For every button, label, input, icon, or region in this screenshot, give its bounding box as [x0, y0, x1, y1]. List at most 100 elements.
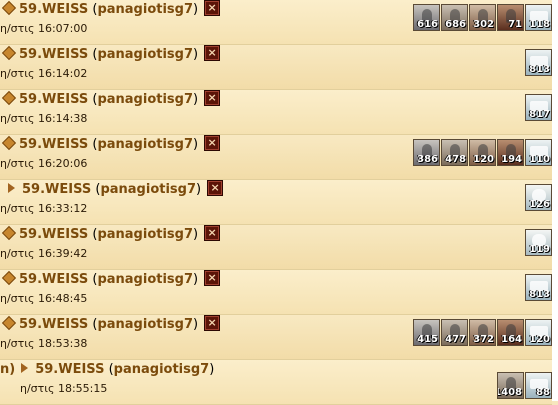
list-item: 59.WEISS (panagiotisg7) × η/στις 16:48:45…: [0, 270, 552, 315]
player-link[interactable]: panagiotisg7: [97, 137, 193, 152]
swordsman-unit-icon[interactable]: 386: [413, 139, 440, 166]
unit-count: 813: [529, 64, 550, 75]
city-link[interactable]: 59.WEISS: [19, 47, 88, 62]
hoplite-unit-icon[interactable]: 1408: [497, 372, 524, 399]
player-link[interactable]: panagiotisg7: [97, 317, 193, 332]
attack-diamond-icon: [1, 90, 17, 106]
unit-group: 813: [525, 49, 552, 77]
list-item: 59.WEISS (panagiotisg7) × η/στις 16:14:02…: [0, 45, 552, 90]
attack-header: 59.WEISS (panagiotisg7) ×: [0, 270, 221, 289]
transport-ship-unit-icon[interactable]: 120: [525, 319, 552, 346]
arrival-time: η/στις 16:14:02: [0, 67, 88, 80]
transport-ship-unit-icon[interactable]: 88: [525, 372, 552, 399]
city-link[interactable]: 59.WEISS: [19, 317, 88, 332]
swordsman-unit-icon[interactable]: 616: [413, 4, 440, 31]
unit-group: 813: [525, 274, 552, 302]
city-link[interactable]: 59.WEISS: [19, 2, 88, 17]
arrival-time: η/στις 18:55:15: [20, 382, 108, 395]
city-link[interactable]: 59.WEISS: [22, 182, 91, 197]
attack-header: 59.WEISS (panagiotisg7) ×: [0, 90, 221, 109]
unit-count: 110: [529, 154, 550, 165]
city-link[interactable]: 59.WEISS: [19, 92, 88, 107]
unit-count: 686: [445, 19, 466, 30]
list-item: 59.WEISS (panagiotisg7) × η/στις 16:39:42…: [0, 225, 552, 270]
attack-diamond-icon: [1, 315, 17, 331]
transport-ship-unit-icon[interactable]: 813: [525, 49, 552, 76]
player-link[interactable]: panagiotisg7: [97, 2, 193, 17]
arrival-time: η/στις 16:20:06: [0, 157, 88, 170]
close-icon[interactable]: ×: [204, 45, 221, 61]
player-link[interactable]: panagiotisg7: [97, 47, 193, 62]
hoplite-unit-icon[interactable]: 478: [441, 139, 468, 166]
transport-ship-unit-icon[interactable]: 817: [525, 94, 552, 121]
close-icon[interactable]: ×: [204, 270, 221, 286]
archer-unit-icon[interactable]: 120: [469, 139, 496, 166]
city-link[interactable]: 59.WEISS: [19, 137, 88, 152]
unit-group: 1408 88: [497, 372, 552, 400]
unit-count: 118: [529, 19, 550, 30]
unit-group: 616 686 302 71 118: [413, 4, 552, 32]
pegasus-unit-icon[interactable]: 126: [525, 184, 552, 211]
arrival-time: η/στις 18:53:38: [0, 337, 88, 350]
unit-count: 386: [417, 154, 438, 165]
transport-ship-unit-icon[interactable]: 813: [525, 274, 552, 301]
close-icon[interactable]: ×: [204, 90, 221, 106]
player-link[interactable]: panagiotisg7: [100, 182, 196, 197]
player-link[interactable]: panagiotisg7: [97, 272, 193, 287]
attack-diamond-icon: [1, 135, 17, 151]
unit-count: 88: [536, 387, 550, 398]
city-link[interactable]: 59.WEISS: [35, 362, 104, 377]
player-link[interactable]: panagiotisg7: [114, 362, 210, 377]
slinger-unit-icon[interactable]: 164: [497, 319, 524, 346]
list-item: 59.WEISS (panagiotisg7) × η/στις 16:07:00…: [0, 0, 552, 45]
attack-header: n) 59.WEISS (panagiotisg7): [0, 362, 215, 377]
arrival-time: η/στις 16:33:12: [0, 202, 88, 215]
transport-ship-unit-icon[interactable]: 110: [525, 139, 552, 166]
attack-header: 59.WEISS (panagiotisg7) ×: [0, 135, 221, 154]
unit-count: 126: [529, 199, 550, 210]
unit-count: 817: [529, 109, 550, 120]
unit-group: 415 477 372 164 120: [413, 319, 552, 347]
unit-group: 126: [525, 184, 552, 212]
arrival-time: η/στις 16:48:45: [0, 292, 88, 305]
unit-count: 120: [473, 154, 494, 165]
close-icon[interactable]: ×: [204, 225, 221, 241]
city-link[interactable]: 59.WEISS: [19, 227, 88, 242]
attack-diamond-icon: [1, 270, 17, 286]
unit-count: 478: [445, 154, 466, 165]
list-item: 59.WEISS (panagiotisg7) × η/στις 16:33:12…: [0, 180, 552, 225]
unit-count: 119: [529, 244, 550, 255]
city-link[interactable]: 59.WEISS: [19, 272, 88, 287]
arrival-time: η/στις 16:07:00: [0, 22, 88, 35]
list-item: 59.WEISS (panagiotisg7) × η/στις 18:53:38…: [0, 315, 552, 360]
attack-header: 59.WEISS (panagiotisg7) ×: [8, 180, 224, 199]
slinger-unit-icon[interactable]: 194: [497, 139, 524, 166]
unit-count: 194: [501, 154, 522, 165]
unit-count: 616: [417, 19, 438, 30]
unit-count: 1408: [498, 387, 522, 398]
archer-unit-icon[interactable]: 372: [469, 319, 496, 346]
close-icon[interactable]: ×: [207, 180, 224, 196]
list-item: n) 59.WEISS (panagiotisg7) η/στις 18:55:1…: [0, 360, 552, 405]
player-link[interactable]: panagiotisg7: [97, 92, 193, 107]
incoming-attacks-list: 59.WEISS (panagiotisg7) × η/στις 16:07:00…: [0, 0, 552, 405]
swordsman-unit-icon[interactable]: 415: [413, 319, 440, 346]
hoplite-unit-icon[interactable]: 477: [441, 319, 468, 346]
close-icon[interactable]: ×: [204, 0, 221, 16]
slinger-unit-icon[interactable]: 71: [497, 4, 524, 31]
attack-header: 59.WEISS (panagiotisg7) ×: [0, 45, 221, 64]
unit-group: 386 478 120 194 110: [413, 139, 552, 167]
list-item: 59.WEISS (panagiotisg7) × η/στις 16:20:06…: [0, 135, 552, 180]
attack-arrow-icon: [8, 183, 15, 193]
hoplite-unit-icon[interactable]: 686: [441, 4, 468, 31]
close-icon[interactable]: ×: [204, 315, 221, 331]
archer-unit-icon[interactable]: 302: [469, 4, 496, 31]
player-link[interactable]: panagiotisg7: [97, 227, 193, 242]
unit-count: 71: [508, 19, 522, 30]
attack-diamond-icon: [1, 0, 17, 16]
unit-group: 817: [525, 94, 552, 122]
close-icon[interactable]: ×: [204, 135, 221, 151]
transport-ship-unit-icon[interactable]: 118: [525, 4, 552, 31]
pegasus-unit-icon[interactable]: 119: [525, 229, 552, 256]
attack-diamond-icon: [1, 45, 17, 61]
